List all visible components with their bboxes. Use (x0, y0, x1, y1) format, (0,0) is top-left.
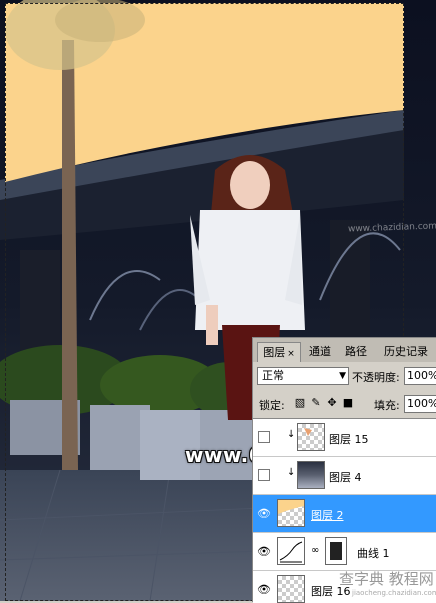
opacity-input[interactable]: 100% (404, 367, 436, 385)
layer-row-selected[interactable]: 👁 图层 2 (253, 495, 436, 533)
visibility-toggle[interactable] (258, 469, 270, 481)
lock-label: 锁定: (259, 399, 285, 412)
tab-channels[interactable]: 通道 (305, 342, 335, 362)
layer2-thumb-art (278, 500, 304, 514)
eye-icon[interactable]: 👁 (257, 583, 271, 597)
fill-input[interactable]: 100% (404, 395, 436, 413)
opacity-label: 不透明度: (352, 371, 400, 384)
eye-icon[interactable]: 👁 (257, 507, 271, 521)
tab-history[interactable]: 历史记录 (379, 342, 433, 362)
tab-layers-label: 图层 (263, 346, 286, 359)
curves-adjustment-icon (277, 537, 305, 565)
link-chain-icon: ∞ (311, 545, 320, 556)
panel-tab-bar: 图层 × 通道 路径 历史记录 (253, 338, 436, 362)
layer-row[interactable]: ↓ 图层 15 (253, 419, 436, 457)
layer-name: 图层 4 (329, 471, 362, 484)
corner-watermark: 查字典 教程网 (339, 570, 434, 588)
layer-row[interactable]: 👁 ∞ 曲线 1 (253, 533, 436, 571)
layer-name: 曲线 1 (357, 547, 390, 560)
lock-move-icon[interactable]: ✥ (325, 396, 339, 410)
layer-mask-thumbnail (325, 537, 347, 565)
visibility-toggle[interactable] (258, 431, 270, 443)
lock-brush-icon[interactable]: ✎ (309, 396, 323, 410)
corner-watermark-url: jiaocheng.chazidian.com (352, 589, 436, 597)
clip-arrow-icon: ↓ (287, 467, 296, 478)
clip-arrow-icon: ↓ (287, 429, 296, 440)
eye-icon[interactable]: 👁 (257, 545, 271, 559)
layer-thumbnail (297, 461, 325, 489)
lock-transparent-icon[interactable]: ▧ (293, 396, 307, 410)
layer-thumbnail (277, 575, 305, 603)
layers-panel: 图层 × 通道 路径 历史记录 正常 ▼ 不透明度: 100% 锁定: ▧ ✎ ✥… (252, 337, 436, 603)
layer15-thumb-art (304, 428, 312, 436)
tab-paths[interactable]: 路径 (341, 342, 371, 362)
mask-thumb-art (330, 542, 342, 560)
layer-row[interactable]: ↓ 图层 4 (253, 457, 436, 495)
curves-graph-icon (279, 541, 303, 563)
fill-label: 填充: (374, 399, 400, 412)
tab-layers[interactable]: 图层 × (257, 342, 301, 362)
layer-name: 图层 15 (329, 433, 369, 446)
lock-row: 锁定: ▧ ✎ ✥ ■ 填充: 100% (253, 392, 436, 416)
lock-all-icon[interactable]: ■ (341, 396, 355, 410)
blend-row: 正常 ▼ 不透明度: 100% (253, 364, 436, 390)
dropdown-arrow-icon: ▼ (339, 371, 346, 381)
blend-mode-value: 正常 (262, 369, 284, 382)
blend-mode-select[interactable]: 正常 ▼ (257, 367, 349, 385)
layer-name: 图层 2 (311, 509, 344, 522)
layer-thumbnail (297, 423, 325, 451)
close-icon[interactable]: × (287, 349, 295, 359)
layer-thumbnail (277, 499, 305, 527)
